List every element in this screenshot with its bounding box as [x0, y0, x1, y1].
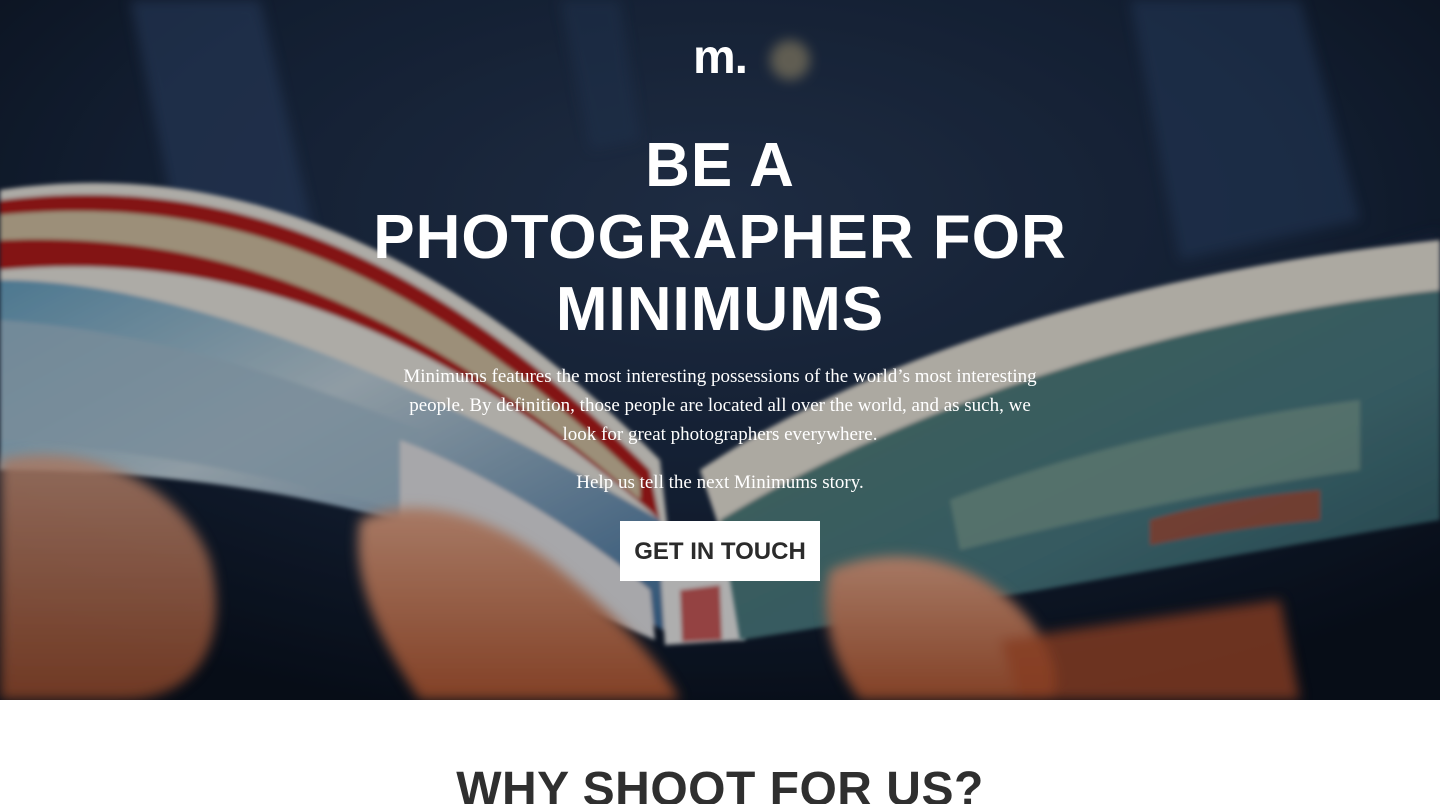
hero-help-text: Help us tell the next Minimums story.	[576, 472, 864, 493]
hero-description: Minimums features the most interesting p…	[403, 366, 1037, 445]
headline-line-3: MINIMUMS	[555, 275, 885, 344]
headline-line-1: BE A	[645, 131, 795, 200]
hero-content: m. BE A PHOTOGRAPHER FOR MINIMUMS Minimu…	[0, 0, 1440, 581]
hero-headline: BE A PHOTOGRAPHER FOR MINIMUMS	[360, 130, 1080, 346]
why-shoot-section: WHY SHOOT FOR US?	[0, 700, 1440, 804]
get-in-touch-button[interactable]: GET IN TOUCH	[620, 521, 820, 581]
headline-line-2: PHOTOGRAPHER FOR	[373, 203, 1067, 272]
hero-section: m. BE A PHOTOGRAPHER FOR MINIMUMS Minimu…	[0, 0, 1440, 700]
logo-link[interactable]: m.	[0, 30, 1440, 86]
why-shoot-title: WHY SHOOT FOR US?	[456, 763, 984, 804]
